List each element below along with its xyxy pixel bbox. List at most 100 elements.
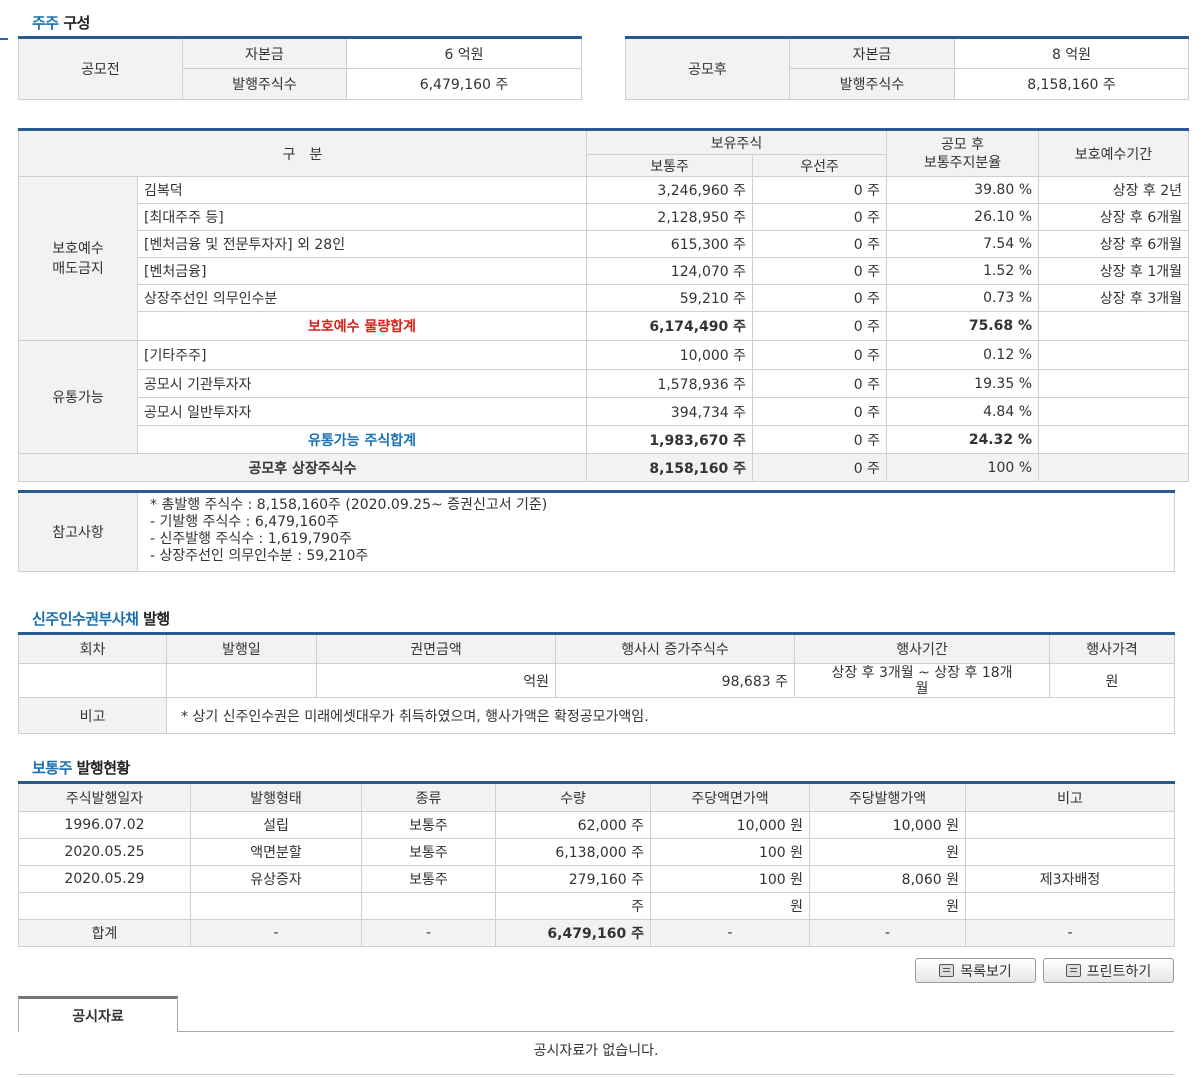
common-header-type: 발행형태 xyxy=(190,781,362,812)
row-period: 상장 후 6개월 xyxy=(1038,203,1190,231)
after-capital-label: 자본금 xyxy=(789,36,955,69)
cell-par: 원 xyxy=(650,892,810,920)
header-lockup: 보호예수기간 xyxy=(1038,128,1190,177)
cell-par: 100 원 xyxy=(650,838,810,866)
common-stock-table: 주식발행일자 발행형태 종류 수량 주당액면가액 주당발행가액 비고 1996.… xyxy=(18,781,1175,947)
total-kind: - xyxy=(361,919,496,947)
section-marker xyxy=(0,38,8,40)
total-issue-price: - xyxy=(809,919,966,947)
common-header-date: 주식발행일자 xyxy=(18,781,191,812)
cell-date: 2020.05.29 xyxy=(18,865,191,893)
row-period xyxy=(1038,369,1190,398)
table-row: 유통가능 [기타주주] 10,000 주 0 주 0.12 % xyxy=(18,340,1190,454)
section-title-common: 보통주 발행현황 xyxy=(32,759,130,777)
cell-remark xyxy=(965,892,1175,920)
bw-date xyxy=(166,663,317,698)
listed-total-common: 8,158,160 주 xyxy=(586,453,754,482)
bw-header-date: 발행일 xyxy=(166,632,317,664)
notes-label: 참고사항 xyxy=(18,490,138,572)
table-row: 상장주선인 의무인수분 59,210 주 0 주 0.73 % 상장 후 3개월 xyxy=(19,284,1190,312)
bw-header-period: 행사기간 xyxy=(794,632,1050,664)
cell-kind xyxy=(361,892,496,920)
tradable-total-pref: 0 주 xyxy=(752,425,888,454)
row-common: 10,000 주 xyxy=(586,340,754,370)
locked-total-pref: 0 주 xyxy=(752,311,888,341)
row-period: 상장 후 2년 xyxy=(1038,176,1190,204)
common-header-qty: 수량 xyxy=(495,781,651,812)
cell-qty: 62,000 주 xyxy=(495,811,651,839)
row-period: 상장 후 3개월 xyxy=(1038,284,1190,312)
row-name: [벤처금융] xyxy=(136,257,588,285)
table-row: 2020.05.29 유상증자 보통주 279,160 주 100 원 8,06… xyxy=(18,865,1175,893)
table-row: [벤처금융] 124,070 주 0 주 1.52 % 상장 후 1개월 xyxy=(19,257,1190,285)
listed-total-ratio: 100 % xyxy=(886,453,1040,482)
table-row: 1996.07.02 설립 보통주 62,000 주 10,000 원 10,0… xyxy=(18,811,1175,839)
list-view-button[interactable]: 목록보기 xyxy=(915,958,1036,983)
after-shares-label: 발행주식수 xyxy=(789,68,955,100)
row-name: 공모시 기관투자자 xyxy=(136,369,588,398)
header-category: 구 분 xyxy=(17,128,588,177)
cell-remark xyxy=(965,811,1175,839)
row-name: 상장주선인 의무인수분 xyxy=(136,284,588,312)
row-common: 3,246,960 주 xyxy=(586,176,754,204)
bw-price: 원 xyxy=(1049,663,1175,698)
row-pref: 0 주 xyxy=(752,397,888,426)
table-row: [최대주주 등] 2,128,950 주 0 주 26.10 % 상장 후 6개… xyxy=(19,203,1190,231)
cell-issue-price: 원 xyxy=(809,892,966,920)
row-ratio: 1.52 % xyxy=(886,257,1040,285)
before-label: 공모전 xyxy=(18,36,183,100)
cell-par: 100 원 xyxy=(650,865,810,893)
table-row: 억원 98,683 주 상장 후 3개월 ~ 상장 후 18개 월 원 xyxy=(18,663,1175,698)
row-ratio: 39.80 % xyxy=(886,176,1040,204)
group-tradable: 유통가능 xyxy=(18,340,138,454)
cell-type: 유상증자 xyxy=(190,865,362,893)
tab-disclosure[interactable]: 공시자료 xyxy=(18,996,178,1032)
group-locked: 보호예수 매도금지 xyxy=(18,176,138,341)
notes-line: - 기발행 주식수 : 6,479,160주 xyxy=(150,514,339,530)
row-pref: 0 주 xyxy=(752,340,888,370)
row-ratio: 4.84 % xyxy=(886,397,1040,426)
cell-type: 액면분할 xyxy=(190,838,362,866)
locked-total-period xyxy=(1038,311,1190,341)
bw-increase: 98,683 주 xyxy=(555,663,795,698)
common-header-remark: 비고 xyxy=(965,781,1175,812)
total-remark: - xyxy=(965,919,1175,947)
row-pref: 0 주 xyxy=(752,203,888,231)
section-title-bw: 신주인수권부사채 발행 xyxy=(32,610,170,628)
row-period: 상장 후 6개월 xyxy=(1038,230,1190,258)
common-header-issue-price: 주당발행가액 xyxy=(809,781,966,812)
list-view-label: 목록보기 xyxy=(960,963,1012,980)
row-name: [기타주주] xyxy=(136,340,588,370)
before-offering-table: 공모전 자본금 6 억원 발행주식수 6,479,160 주 xyxy=(18,36,582,100)
bw-no xyxy=(18,663,167,698)
locked-total-common: 6,174,490 주 xyxy=(586,311,754,341)
row-common: 2,128,950 주 xyxy=(586,203,754,231)
table-row: 2020.05.25 액면분할 보통주 6,138,000 주 100 원 원 xyxy=(18,838,1175,866)
bottom-divider xyxy=(18,1074,1174,1075)
locked-total-ratio: 75.68 % xyxy=(886,311,1040,341)
cell-date: 1996.07.02 xyxy=(18,811,191,839)
row-name: 공모시 일반투자자 xyxy=(136,397,588,426)
printer-icon xyxy=(1065,964,1081,977)
common-total-row: 합계 - - 6,479,160 주 - - - xyxy=(18,919,1175,947)
print-button[interactable]: 프린트하기 xyxy=(1043,958,1174,983)
cell-qty: 6,138,000 주 xyxy=(495,838,651,866)
notes-line: * 총발행 주식수 : 8,158,160주 (2020.09.25~ 증권신고… xyxy=(150,497,548,513)
row-pref: 0 주 xyxy=(752,284,888,312)
bw-header-amount: 권면금액 xyxy=(316,632,556,664)
tradable-total-common: 1,983,670 주 xyxy=(586,425,754,454)
total-label: 합계 xyxy=(18,919,191,947)
tab-disclosure-label: 공시자료 xyxy=(72,1008,124,1025)
cell-remark: 제3자배정 xyxy=(965,865,1175,893)
row-pref: 0 주 xyxy=(752,176,888,204)
locked-total-label: 보호예수 물량합계 xyxy=(136,311,588,341)
header-preferred: 우선주 xyxy=(752,154,888,177)
tab-divider xyxy=(178,1031,1174,1032)
row-period: 상장 후 1개월 xyxy=(1038,257,1190,285)
holding-table: 구 분 보유주식 공모 후 보통주지분율 보호예수기간 보통주 우선주 보호예수 매… xyxy=(17,128,1190,482)
listed-total-label: 공모후 상장주식수 xyxy=(17,453,588,482)
row-common: 615,300 주 xyxy=(586,230,754,258)
row-pref: 0 주 xyxy=(752,257,888,285)
header-common: 보통주 xyxy=(586,154,754,177)
row-common: 124,070 주 xyxy=(586,257,754,285)
